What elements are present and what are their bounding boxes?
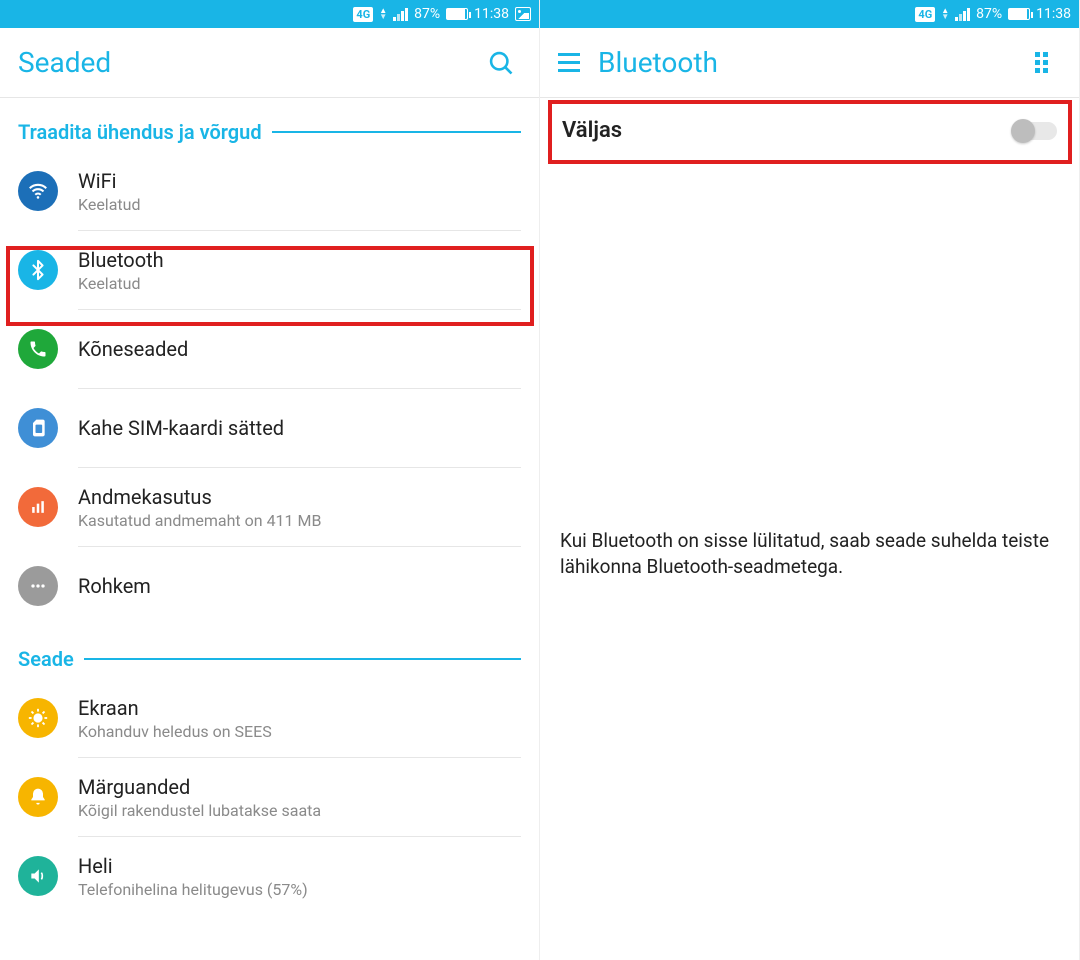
clock: 11:38 <box>1036 6 1071 22</box>
battery-icon <box>1008 8 1030 20</box>
page-title: Seaded <box>18 46 481 79</box>
more-row[interactable]: Rohkem <box>0 547 539 625</box>
notif-title: Märguanded <box>78 775 521 799</box>
wifi-row[interactable]: WiFi Keelatud <box>0 152 539 230</box>
more-icon <box>18 566 58 606</box>
battery-icon <box>446 8 468 20</box>
sound-sub: Telefonihelina helitugevus (57%) <box>78 880 521 899</box>
overflow-icon <box>1035 52 1048 73</box>
battery-pct: 87% <box>976 6 1002 22</box>
bluetooth-pane: 4G ▲▼ 87% 11:38 Bluetooth Väljas Kui Blu… <box>540 0 1080 960</box>
search-button[interactable] <box>481 43 521 83</box>
dual-sim-row[interactable]: Kahe SIM-kaardi sätted <box>0 389 539 467</box>
bell-icon <box>18 777 58 817</box>
wifi-sub: Keelatud <box>78 195 521 214</box>
network-badge: 4G <box>915 7 935 22</box>
wifi-title: WiFi <box>78 169 521 193</box>
data-title: Andmekasutus <box>78 485 521 509</box>
data-usage-icon <box>18 487 58 527</box>
sound-row[interactable]: Heli Telefonihelina helitugevus (57%) <box>0 837 539 915</box>
highlight-bluetooth <box>6 246 534 326</box>
data-sub: Kasutatud andmemaht on 411 MB <box>78 511 521 530</box>
display-title: Ekraan <box>78 696 521 720</box>
section-divider-icon <box>272 131 521 133</box>
data-arrows-icon: ▲▼ <box>379 8 387 20</box>
page-title: Bluetooth <box>598 46 1021 79</box>
sound-title: Heli <box>78 854 521 878</box>
data-arrows-icon: ▲▼ <box>941 8 949 20</box>
notif-sub: Kõigil rakendustel lubatakse saata <box>78 801 521 820</box>
section-divider-icon <box>84 658 521 660</box>
section-wireless-label: Traadita ühendus ja võrgud <box>18 120 262 144</box>
data-usage-row[interactable]: Andmekasutus Kasutatud andmemaht on 411 … <box>0 468 539 546</box>
display-row[interactable]: Ekraan Kohanduv heledus on SEES <box>0 679 539 757</box>
app-bar: Bluetooth <box>540 28 1079 98</box>
battery-pct: 87% <box>414 6 440 22</box>
status-bar: 4G ▲▼ 87% 11:38 <box>540 0 1079 28</box>
section-wireless: Traadita ühendus ja võrgud <box>0 98 539 152</box>
more-title: Rohkem <box>78 574 521 598</box>
section-device-label: Seade <box>18 647 74 671</box>
status-bar: 4G ▲▼ 87% 11:38 <box>0 0 539 28</box>
dual-sim-title: Kahe SIM-kaardi sätted <box>78 416 521 440</box>
sound-icon <box>18 856 58 896</box>
bluetooth-info: Kui Bluetooth on sisse lülitatud, saab s… <box>560 528 1059 579</box>
network-badge: 4G <box>353 7 373 22</box>
sim-icon <box>18 408 58 448</box>
app-bar: Seaded <box>0 28 539 98</box>
display-sub: Kohanduv heledus on SEES <box>78 722 521 741</box>
section-device: Seade <box>0 625 539 679</box>
menu-button[interactable] <box>558 53 580 72</box>
display-icon <box>18 698 58 738</box>
signal-icon <box>393 7 408 21</box>
clock: 11:38 <box>474 6 509 22</box>
search-icon <box>487 49 515 77</box>
call-title: Kõneseaded <box>78 337 521 361</box>
wifi-icon <box>18 171 58 211</box>
notifications-row[interactable]: Märguanded Kõigil rakendustel lubatakse … <box>0 758 539 836</box>
settings-pane: 4G ▲▼ 87% 11:38 Seaded Traadita ühendus … <box>0 0 540 960</box>
phone-icon <box>18 329 58 369</box>
signal-icon <box>955 7 970 21</box>
highlight-toggle <box>548 100 1072 164</box>
screenshot-icon <box>515 7 531 21</box>
overflow-button[interactable] <box>1021 43 1061 83</box>
